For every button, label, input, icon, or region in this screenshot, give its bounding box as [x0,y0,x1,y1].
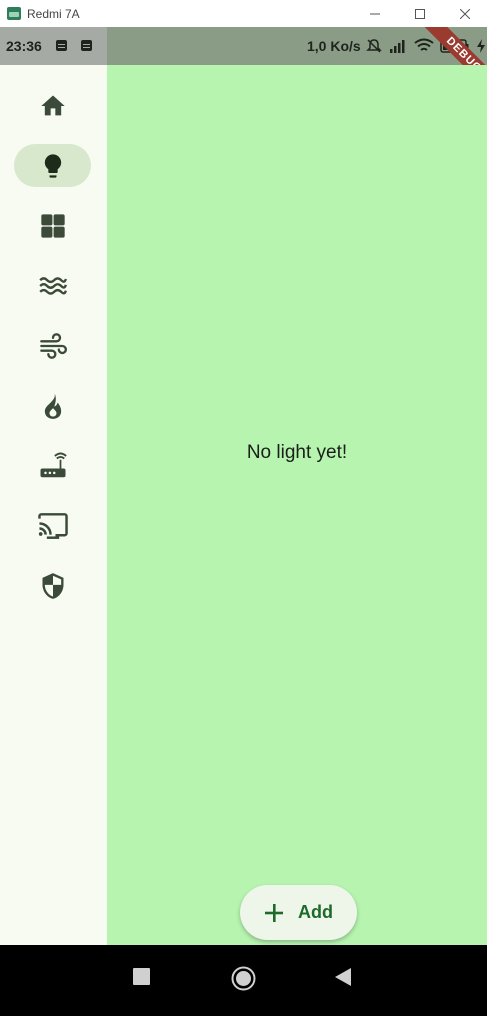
home-nav-button[interactable] [231,966,256,996]
minimize-button[interactable] [352,0,397,27]
window-title-bar: Redmi 7A [0,0,487,27]
navigation-rail [0,65,107,945]
rail-item-water[interactable] [14,264,91,307]
rail-item-air[interactable] [14,324,91,367]
rail-item-lights[interactable] [14,144,91,187]
rail-item-heating[interactable] [14,384,91,427]
main-content: No light yet! Add [107,65,487,945]
status-time: 23:36 [6,38,42,54]
home-circle-icon [231,966,256,991]
rail-item-security[interactable] [14,564,91,607]
maximize-button[interactable] [397,0,442,27]
window-controls [352,0,487,27]
signal-icon [390,40,405,53]
charging-icon [477,39,485,53]
add-button[interactable]: Add [240,885,357,940]
rail-item-network[interactable] [14,444,91,487]
rail-item-media[interactable] [14,504,91,547]
notification-icon [81,40,92,51]
minimize-icon [369,13,380,14]
fire-icon [44,393,61,419]
empty-state-message: No light yet! [246,442,348,463]
notification-icon [56,40,67,51]
plus-icon [265,903,283,922]
close-icon [459,8,470,19]
rail-item-dashboard[interactable] [14,204,91,247]
router-icon [40,452,67,477]
air-icon [39,332,67,359]
recents-button[interactable] [133,968,150,990]
app-icon [7,7,21,20]
wifi-icon [414,38,434,51]
back-button[interactable] [335,968,352,991]
network-speed: 1,0 Ko/s [307,38,361,54]
home-icon [40,95,65,115]
close-button[interactable] [442,0,487,27]
cast-icon [37,512,68,539]
window-title: Redmi 7A [27,6,80,21]
waves-icon [38,276,67,295]
rail-item-home[interactable] [14,84,91,127]
android-nav-bar [0,945,487,1016]
recents-icon [133,968,150,985]
back-icon [335,968,351,986]
dashboard-icon [40,213,65,238]
add-button-label: Add [298,902,333,922]
shield-icon [42,572,63,599]
lightbulb-icon [44,153,61,178]
mute-icon [366,39,382,53]
maximize-icon [414,8,425,19]
status-bar: 23:36 1,0 Ko/s DEBUG [0,27,487,65]
